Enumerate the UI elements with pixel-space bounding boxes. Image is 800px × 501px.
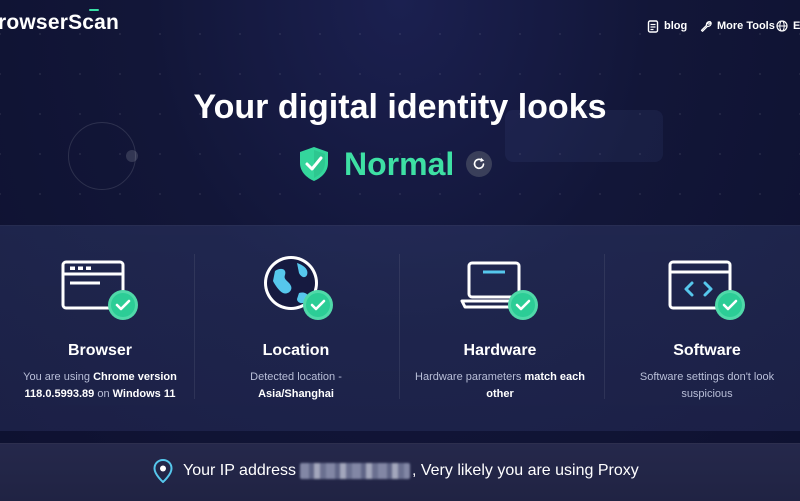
nav-blog-label: blog — [664, 20, 688, 32]
ip-address-bar: Your IP address , Very likely you are us… — [0, 443, 800, 501]
decorative-dot — [126, 150, 138, 162]
refresh-icon — [473, 157, 485, 170]
card-location-title: Location — [262, 342, 330, 359]
check-cards-section: Browser You are using Chrome version 118… — [0, 225, 800, 431]
check-icon — [310, 299, 326, 311]
nav-more-tools-label: More Tools — [717, 20, 775, 32]
card-location[interactable]: Location Detected location - Asia/Shangh… — [196, 226, 396, 431]
card-browser[interactable]: Browser You are using Chrome version 118… — [0, 226, 200, 431]
card-software-icon-wrap — [667, 259, 747, 323]
ip-proxy-text: , Very likely you are using Proxy — [411, 462, 639, 479]
card-browser-icon-wrap — [60, 259, 140, 323]
check-badge — [303, 290, 333, 320]
doc-icon — [647, 19, 659, 33]
language-label: EN — [793, 20, 800, 32]
card-location-desc: Detected location - Asia/Shanghai — [250, 371, 342, 400]
globe-icon — [776, 20, 788, 32]
location-pin-icon — [153, 459, 173, 483]
shield-check-icon — [300, 147, 328, 181]
card-divider — [604, 254, 605, 399]
refresh-button[interactable] — [466, 151, 493, 177]
card-hardware-icon-wrap — [460, 259, 540, 323]
card-software-desc: Software settings don't look suspicious — [639, 371, 775, 400]
ip-prefix-text: Your IP address — [183, 462, 296, 479]
card-browser-title: Browser — [67, 342, 133, 359]
browserscan-logo[interactable]: rowserScan — [0, 11, 119, 35]
ip-address-redacted — [299, 463, 410, 479]
wrench-icon — [700, 21, 712, 32]
top-header: rowserScan blog More Tools EN — [0, 0, 800, 52]
card-hardware-title: Hardware — [463, 342, 537, 359]
check-badge — [715, 290, 745, 320]
language-selector[interactable]: EN — [776, 18, 800, 34]
card-divider — [194, 254, 195, 399]
card-software-title: Software — [673, 342, 741, 359]
check-badge — [508, 290, 538, 320]
nav-more-tools-link[interactable]: More Tools — [700, 18, 775, 34]
card-browser-desc: You are using Chrome version 118.0.5993.… — [23, 371, 177, 400]
card-hardware-desc: Hardware parameters match each other — [415, 371, 585, 400]
card-hardware[interactable]: Hardware Hardware parameters match each … — [400, 226, 600, 431]
check-icon — [515, 299, 531, 311]
card-software[interactable]: Software Software settings don't look su… — [607, 226, 800, 431]
check-icon — [115, 299, 131, 311]
status-text: Normal — [344, 145, 455, 182]
card-location-icon-wrap — [256, 256, 336, 323]
check-badge — [108, 290, 138, 320]
nav-blog-link[interactable]: blog — [647, 18, 687, 34]
check-icon — [722, 299, 738, 311]
identity-status: Normal — [298, 144, 493, 184]
ip-info: Your IP address , Very likely you are us… — [153, 459, 639, 483]
hero-title: Your digital identity looks — [193, 88, 607, 126]
